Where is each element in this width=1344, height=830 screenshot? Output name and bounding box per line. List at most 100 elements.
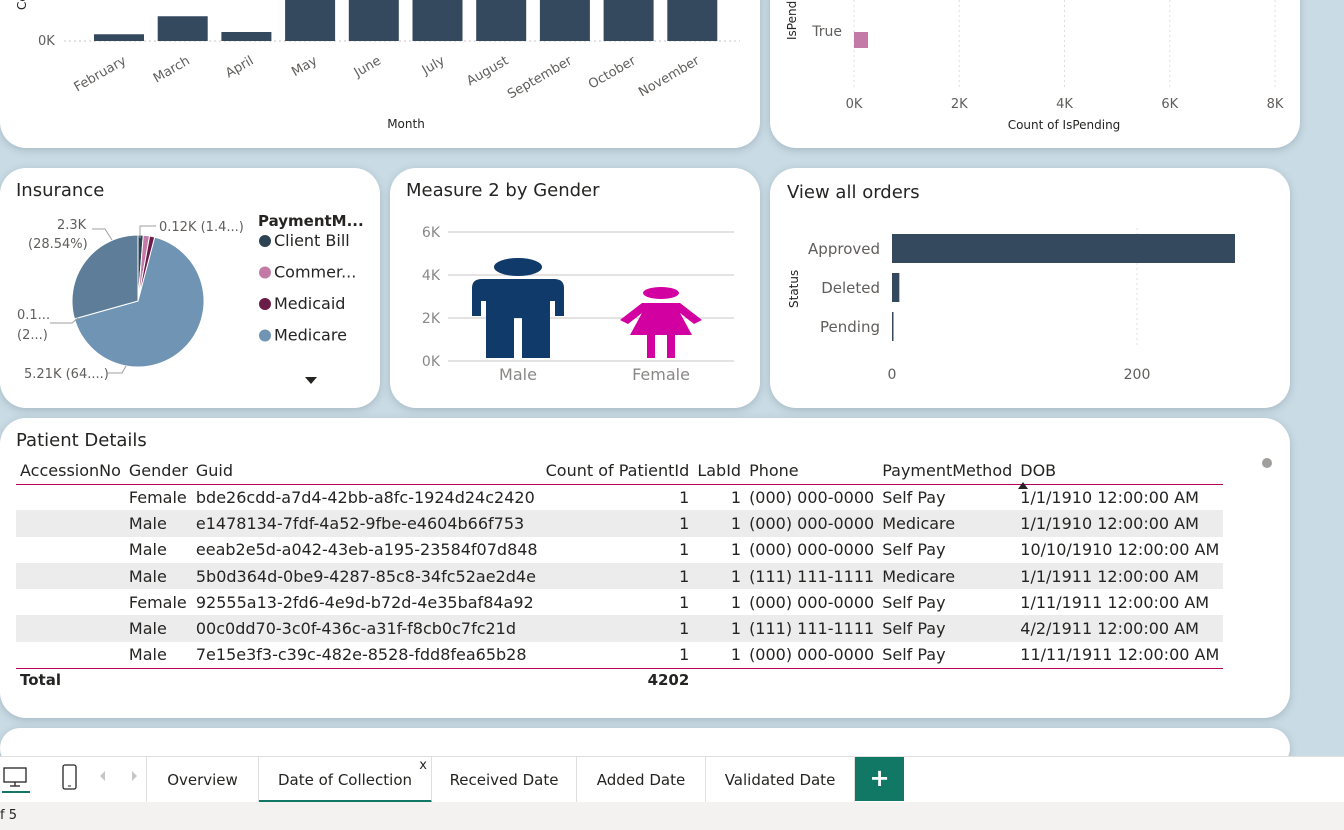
orders-bar-pending[interactable] <box>892 312 894 341</box>
table-row[interactable]: Male 7e15e3f3-c39c-482e-8528-fdd8fea65b28… <box>16 642 1223 668</box>
pending-bar-true[interactable] <box>854 32 868 48</box>
table-row[interactable]: Male 5b0d364d-0be9-4287-85c8-34fc52ae2d4e… <box>16 562 1224 590</box>
tab-received-date[interactable]: Received Date <box>432 757 577 803</box>
table-cell: e1478134-7fdf-4a52-9fbe-e4604b66f753 <box>191 510 542 537</box>
table-cell <box>16 615 125 642</box>
month-bar-april[interactable] <box>221 32 272 41</box>
legend-item-label[interactable]: Client Bill <box>274 231 350 250</box>
legend-more-chevron-icon[interactable] <box>305 377 317 384</box>
table-cell <box>16 510 125 537</box>
tab-overview[interactable]: Overview <box>147 757 259 803</box>
insurance-pie-chart: 2.3K (28.54%) 0.12K (1.4...) 0.1... (2..… <box>17 212 364 384</box>
orders-y-tick: Approved <box>808 240 880 258</box>
orders-card: View all orders Status 0 200 Approved Dele… <box>770 168 1290 408</box>
col-header-labid[interactable]: LabId <box>693 458 746 485</box>
table-cell: (111) 111-1111 <box>745 615 879 642</box>
col-header-dob[interactable]: DOB <box>1016 458 1224 489</box>
gender-x-label-male: Male <box>499 365 537 384</box>
orders-y-axis-title: Status <box>787 270 801 308</box>
pie-label-medicaid-pct: (2...) <box>17 328 48 343</box>
legend-item-label[interactable]: Medicare <box>274 326 347 345</box>
legend-marker <box>259 266 271 279</box>
col-header-count-patientid[interactable]: Count of PatientId <box>541 458 694 485</box>
table-cell: Female <box>128 592 187 612</box>
col-header-phone[interactable]: Phone <box>745 458 879 485</box>
table-cell: (111) 111-1111 <box>745 562 879 590</box>
table-row[interactable]: Male eeab2e5d-a042-43eb-a195-23584f07d848… <box>16 537 1223 563</box>
month-x-tick: November <box>636 53 703 100</box>
orders-bar-approved[interactable] <box>892 234 1235 263</box>
table-cell: 1 <box>679 645 690 665</box>
add-page-button[interactable]: + <box>855 757 904 801</box>
month-bar-september[interactable] <box>539 0 590 41</box>
table-cell: 1/1/1911 12:00:00 AM <box>1016 562 1224 590</box>
col-header-gender[interactable]: Gender <box>124 458 192 485</box>
total-label: Total <box>16 667 125 693</box>
month-bar-june[interactable] <box>348 0 399 41</box>
month-bar-october[interactable] <box>603 0 654 41</box>
col-header-guid[interactable]: Guid <box>191 458 542 485</box>
table-scroll-indicator[interactable] <box>1262 458 1272 468</box>
tab-label: Validated Date <box>724 771 836 789</box>
pending-y-tick: True <box>811 24 842 40</box>
table-cell <box>124 667 192 693</box>
table-cell <box>16 589 125 615</box>
month-bar-march[interactable] <box>157 16 208 41</box>
desktop-view-button[interactable] <box>2 765 30 793</box>
tab-validated-date[interactable]: Validated Date <box>706 757 855 803</box>
month-bar-august[interactable] <box>476 0 527 41</box>
legend-item-label[interactable]: Commer... <box>274 263 356 282</box>
female-figure-icon <box>620 287 702 358</box>
month-x-tick: May <box>289 53 320 80</box>
tab-date-of-collection[interactable]: Date of Collection x <box>259 757 432 803</box>
total-value: 4202 <box>541 667 694 693</box>
month-bar-february[interactable] <box>94 34 144 41</box>
gender-card: Measure 2 by Gender 6K 4K 2K 0K Male Female <box>390 168 760 408</box>
sort-ascending-icon <box>1018 482 1029 489</box>
pending-x-tick: 4K <box>1056 97 1073 112</box>
col-header-accessionno[interactable]: AccessionNo <box>16 458 125 485</box>
table-cell: 1 <box>679 487 690 507</box>
table-cell: (000) 000-0000 <box>749 592 875 612</box>
table-cell: Self Pay <box>882 540 946 560</box>
pending-x-tick: 6K <box>1161 97 1178 112</box>
table-cell: Self Pay <box>882 592 946 612</box>
tab-label: Received Date <box>449 771 559 789</box>
gender-x-label-female: Female <box>632 365 690 384</box>
table-cell: 92555a13-2fd6-4e9d-b72d-4e35baf84a92 <box>195 592 534 612</box>
tab-added-date[interactable]: Added Date <box>577 757 706 803</box>
table-cell: (000) 000-0000 <box>749 487 875 507</box>
table-row[interactable]: Female bde26cdd-a7d4-42bb-a8fc-1924d24c24… <box>16 484 1223 510</box>
table-cell: 4/2/1911 12:00:00 AM <box>1016 615 1224 642</box>
month-bar-november[interactable] <box>667 0 718 41</box>
legend-item-label[interactable]: Medicaid <box>274 294 345 313</box>
close-tab-icon[interactable]: x <box>419 743 427 789</box>
table-row[interactable]: Male e1478134-7fdf-4a52-9fbe-e4604b66f753… <box>16 510 1224 537</box>
month-bar-may[interactable] <box>285 0 336 41</box>
orders-y-tick: Pending <box>820 318 880 336</box>
mobile-view-button[interactable] <box>60 763 80 793</box>
col-header-paymentmethod[interactable]: PaymentMethod <box>878 458 1017 485</box>
table-cell: bde26cdd-a7d4-42bb-a8fc-1924d24c2420 <box>195 487 535 507</box>
pending-x-axis-title: Count of IsPending <box>1008 118 1121 132</box>
tab-scroll-left-icon[interactable] <box>100 771 105 781</box>
legend-marker <box>259 329 271 342</box>
table-row[interactable]: Male 00c0dd70-3c0f-436c-a31f-f8cb0c7fc21d… <box>16 615 1224 642</box>
tab-scroll-right-icon[interactable] <box>132 771 137 781</box>
gender-y-tick: 6K <box>422 225 441 241</box>
table-row[interactable]: Female 92555a13-2fd6-4e9d-b72d-4e35baf84a… <box>16 589 1223 615</box>
table-cell: Medicare <box>878 562 1017 590</box>
legend-marker <box>259 235 271 247</box>
month-x-axis-title: Month <box>387 117 425 131</box>
table-cell: 1 <box>693 562 746 590</box>
insurance-card: Insurance 2.3K (28.54%) 0.12K (1.4...) 0… <box>0 168 380 408</box>
pie-leader-self-pay <box>92 228 113 241</box>
orders-bar-deleted[interactable] <box>892 273 900 302</box>
table-cell: Male <box>124 615 192 642</box>
table-cell: 1 <box>693 615 746 642</box>
month-bar-july[interactable] <box>412 0 463 41</box>
table-cell: Medicare <box>878 510 1017 537</box>
table-cell: (000) 000-0000 <box>749 645 875 665</box>
orders-bar-chart: Status 0 200 Approved Deleted Pending <box>787 228 1235 383</box>
pie-label-self-pay-pct: (28.54%) <box>28 237 88 252</box>
